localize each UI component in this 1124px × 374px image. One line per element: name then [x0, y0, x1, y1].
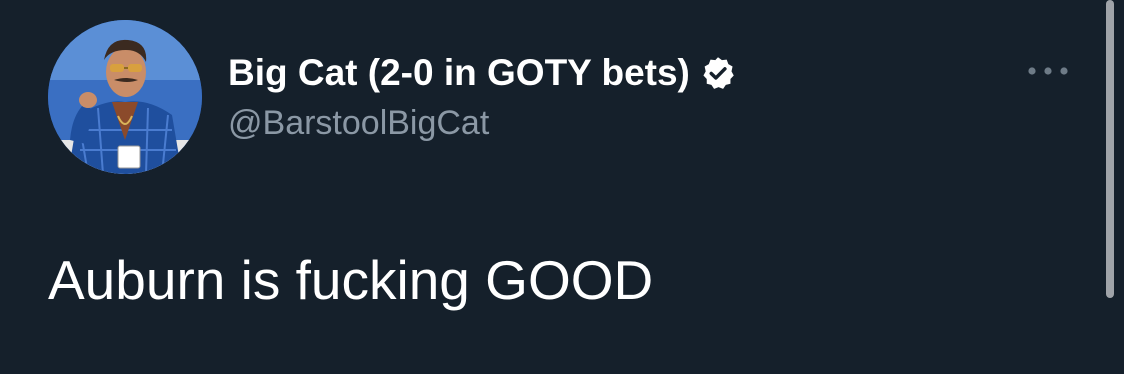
more-options-icon	[1028, 67, 1068, 75]
verified-badge-icon	[700, 55, 736, 91]
avatar[interactable]	[48, 20, 202, 174]
tweet-card: Big Cat (2-0 in GOTY bets) @BarstoolBigC…	[0, 0, 1124, 374]
scrollbar[interactable]	[1106, 0, 1114, 298]
display-name-text: Big Cat (2-0 in GOTY bets)	[228, 52, 690, 93]
user-handle[interactable]: @BarstoolBigCat	[228, 104, 489, 143]
tweet-text: Auburn is fucking GOOD	[48, 249, 654, 311]
display-name[interactable]: Big Cat (2-0 in GOTY bets)	[228, 50, 736, 96]
avatar-image	[48, 20, 202, 174]
more-options-button[interactable]	[1020, 56, 1076, 86]
